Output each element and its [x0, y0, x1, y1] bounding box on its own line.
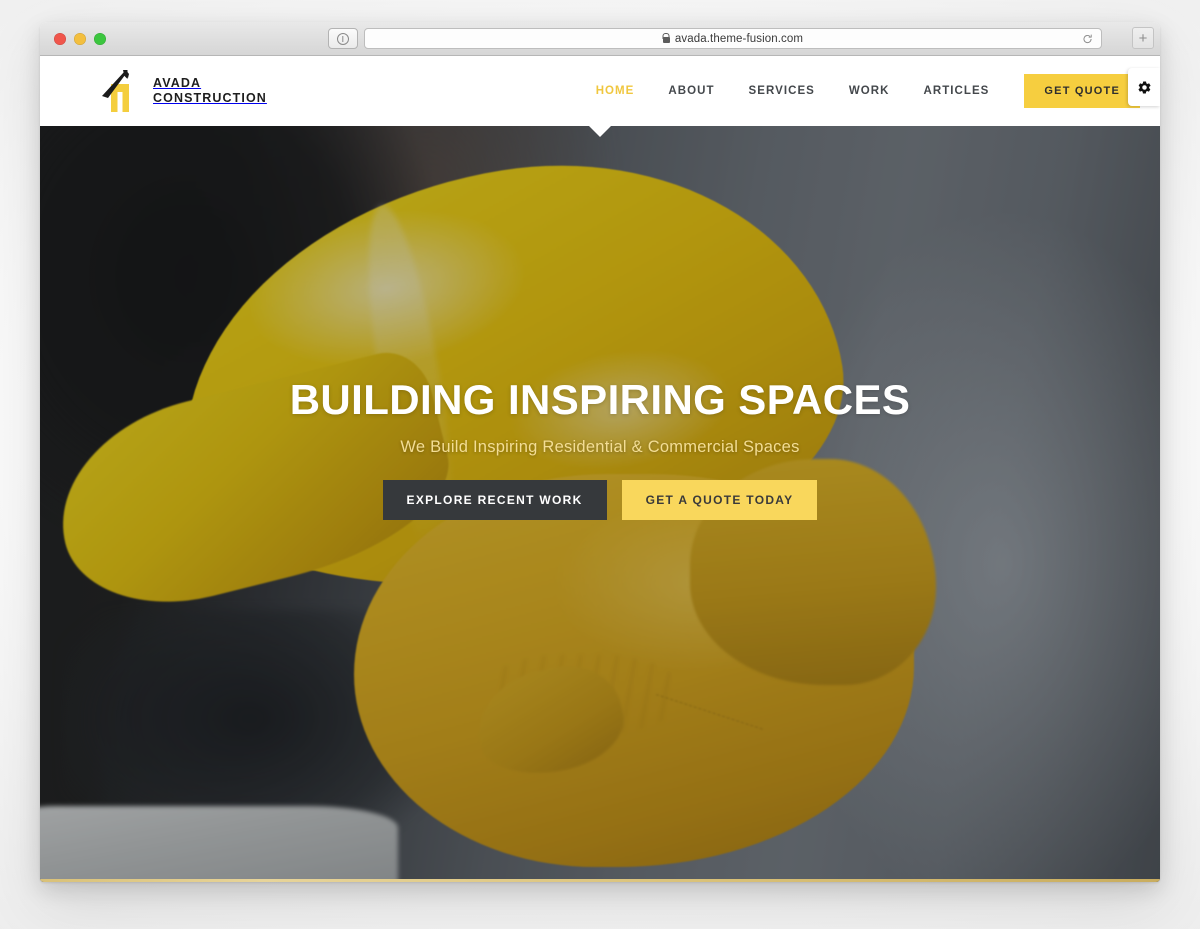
hero-content: BUILDING INSPIRING SPACES We Build Inspi… [40, 126, 1160, 882]
address-bar-group: avada.theme-fusion.com [328, 27, 1102, 50]
brand-line-1: AVADA [153, 76, 202, 91]
new-tab-button[interactable]: + [1132, 27, 1154, 49]
nav-item-services[interactable]: SERVICES [732, 85, 832, 97]
brand-line-2: CONSTRUCTION [153, 91, 267, 105]
gear-icon [1138, 80, 1150, 94]
window-controls[interactable] [54, 32, 106, 45]
hero-section: BUILDING INSPIRING SPACES We Build Inspi… [40, 126, 1160, 882]
header-notch-icon [589, 126, 611, 137]
close-window-button[interactable] [54, 32, 66, 45]
url-text: avada.theme-fusion.com [674, 32, 804, 45]
settings-panel-toggle[interactable] [1128, 68, 1160, 106]
hero-actions: EXPLORE RECENT WORK GET A QUOTE TODAY [382, 479, 818, 520]
maximize-window-button[interactable] [94, 32, 106, 45]
site-viewport: AVADA CONSTRUCTION HOME ABOUT SERVICES W… [40, 56, 1160, 882]
minimize-window-button[interactable] [74, 32, 86, 45]
get-a-quote-today-button[interactable]: GET A QUOTE TODAY [621, 479, 818, 520]
explore-recent-work-button[interactable]: EXPLORE RECENT WORK [382, 479, 607, 520]
hero-title: BUILDING INSPIRING SPACES [289, 376, 911, 423]
shield-icon [337, 32, 349, 45]
main-navigation: HOME ABOUT SERVICES WORK ARTICLES GET QU… [579, 74, 1140, 108]
url-display: avada.theme-fusion.com [662, 32, 804, 45]
hero-subtitle: We Build Inspiring Residential & Commerc… [400, 437, 800, 456]
reload-icon[interactable] [1082, 33, 1093, 44]
lock-icon [662, 36, 670, 43]
brand-logo[interactable]: AVADA CONSTRUCTION [98, 68, 267, 114]
site-header: AVADA CONSTRUCTION HOME ABOUT SERVICES W… [40, 56, 1160, 126]
nav-item-articles[interactable]: ARTICLES [907, 85, 1007, 97]
house-logo-icon [98, 68, 142, 114]
browser-toolbar: avada.theme-fusion.com + [40, 22, 1160, 56]
nav-item-about[interactable]: ABOUT [651, 85, 731, 97]
nav-item-work[interactable]: WORK [832, 85, 907, 97]
brand-text: AVADA CONSTRUCTION [153, 76, 267, 106]
browser-window: avada.theme-fusion.com + AVADA CONSTRUCT… [40, 22, 1160, 882]
url-input[interactable]: avada.theme-fusion.com [364, 28, 1102, 49]
window-bottom-accent [40, 879, 1160, 882]
get-quote-button[interactable]: GET QUOTE [1024, 74, 1140, 108]
nav-item-home[interactable]: HOME [579, 85, 652, 97]
site-info-button[interactable] [328, 28, 358, 49]
